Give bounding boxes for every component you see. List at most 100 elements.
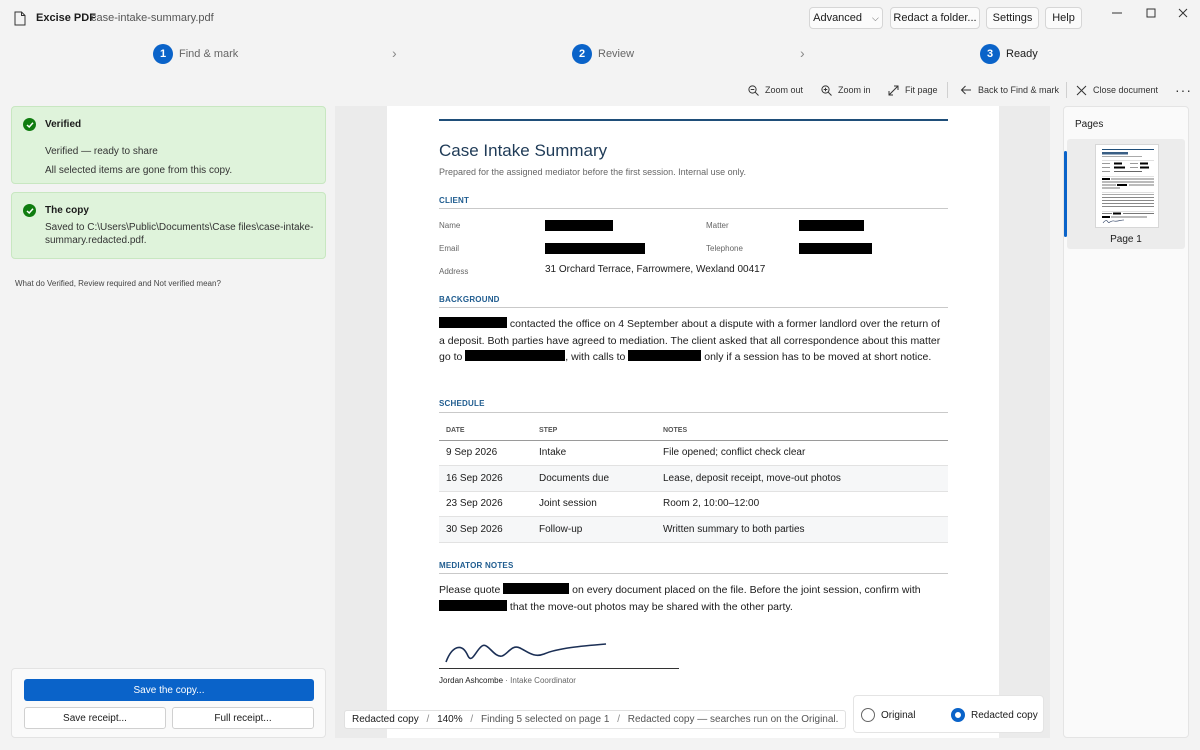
section-rule — [439, 208, 948, 209]
zoom-in-button[interactable]: Zoom in — [821, 80, 871, 100]
close-document-label: Close document — [1093, 85, 1159, 95]
background-text: only if a session has to be moved at sho… — [701, 351, 932, 364]
verification-help-link[interactable]: What do Verified, Review required and No… — [15, 279, 221, 288]
copy-path: Saved to C:\Users\Public\Documents\Case … — [45, 222, 314, 233]
signer-name: Jordan Ashcombe · Intake Coordinator — [439, 676, 576, 685]
table-header-row: DATE STEP NOTES — [439, 422, 948, 441]
app-name: Excise PDF — [36, 12, 96, 24]
step-find-mark[interactable]: 1 Find & mark — [153, 44, 238, 64]
fit-page-icon — [888, 85, 899, 95]
radio-circle-selected — [951, 708, 965, 722]
pages-panel: Pages Page 1 — [1063, 106, 1189, 738]
more-options-icon[interactable]: ··· — [1175, 80, 1192, 100]
notes-paragraph: Please quote on every document placed on… — [439, 582, 948, 615]
maximize-icon[interactable] — [1136, 5, 1166, 21]
document-icon — [14, 11, 26, 26]
status-separator: / — [470, 713, 474, 725]
help-button[interactable]: Help — [1045, 7, 1082, 29]
fit-page-button[interactable]: Fit page — [888, 80, 938, 100]
section-schedule: SCHEDULE — [439, 399, 485, 408]
redaction-box — [799, 243, 872, 254]
copy-path-cont: summary.redacted.pdf. — [45, 235, 147, 246]
close-window-icon[interactable] — [1168, 5, 1198, 21]
radio-original-label: Original — [881, 709, 916, 721]
settings-button[interactable]: Settings — [986, 7, 1039, 29]
notes-text: Please quote — [439, 584, 504, 596]
status-separator: / — [426, 713, 430, 725]
cell-notes: Written summary to both parties — [663, 516, 948, 543]
header-rule — [439, 119, 948, 121]
notes-text: that the move-out photos may be shared w… — [507, 600, 793, 613]
advanced-button[interactable]: Advanced ⌵ — [809, 7, 883, 29]
back-to-find-button[interactable]: Back to Find & mark — [960, 80, 1059, 100]
verified-status: Verified — ready to share — [45, 146, 158, 157]
advanced-label: Advanced — [813, 12, 863, 24]
zoom-out-button[interactable]: Zoom out — [748, 80, 803, 100]
address-value: 31 Orchard Terrace, Farrowmere, Wexland … — [545, 264, 766, 275]
signature-image — [445, 643, 607, 663]
status-finding: Finding 5 selected on page 1 — [480, 713, 610, 725]
field-label-matter: Matter — [706, 221, 729, 230]
save-copy-button[interactable]: Save the copy... — [24, 679, 314, 701]
notes-text: on every document placed on the file. Be… — [569, 584, 921, 596]
toolbar-divider — [1066, 82, 1067, 98]
document-viewer[interactable]: Case Intake Summary Prepared for the ass… — [335, 106, 1050, 738]
schedule-table: DATE STEP NOTES 9 Sep 2026 Intake File o… — [439, 422, 948, 543]
pages-title: Pages — [1075, 119, 1104, 130]
chevron-down-icon: ⌵ — [872, 12, 879, 23]
save-actions: Save the copy... Save receipt... Full re… — [11, 668, 326, 738]
section-background: BACKGROUND — [439, 295, 500, 304]
cell-step: Intake — [539, 440, 663, 466]
minimize-icon[interactable] — [1102, 5, 1132, 21]
stepper: 1 Find & mark › 2 Review › 3 Ready — [0, 40, 1200, 68]
table-row: 16 Sep 2026 Documents due Lease, deposit… — [439, 465, 948, 492]
page-thumbnail-item[interactable]: Page 1 — [1064, 139, 1185, 249]
doc-subtitle: Prepared for the assigned mediator befor… — [439, 167, 747, 177]
cell-step: Documents due — [539, 465, 663, 492]
doc-title: Case Intake Summary — [439, 141, 608, 160]
copy-title: The copy — [45, 205, 89, 216]
signer-name-text: Jordan Ashcombe — [439, 676, 504, 685]
cell-notes: File opened; conflict check clear — [663, 440, 948, 466]
section-rule — [439, 573, 948, 574]
cell-date: 23 Sep 2026 — [439, 491, 539, 517]
section-client: CLIENT — [439, 196, 470, 205]
cell-notes: Lease, deposit receipt, move-out photos — [663, 465, 948, 492]
step-label: Find & mark — [179, 48, 239, 60]
close-icon — [1076, 85, 1087, 95]
field-label-address: Address — [439, 267, 469, 276]
section-rule — [439, 307, 948, 308]
page-preview-image — [1102, 149, 1154, 224]
redaction-box — [545, 220, 613, 231]
zoom-in-icon — [821, 84, 832, 96]
radio-original[interactable]: Original — [861, 708, 915, 722]
cell-notes: Room 2, 10:00–12:00 — [663, 491, 948, 517]
step-ready[interactable]: 3 Ready — [980, 44, 1038, 64]
signer-role: · Intake Coordinator — [503, 676, 576, 685]
col-step: STEP — [539, 422, 663, 441]
radio-redacted-copy[interactable]: Redacted copy — [951, 708, 1038, 722]
cell-date: 9 Sep 2026 — [439, 440, 539, 466]
redaction-box — [545, 243, 645, 254]
step-review[interactable]: 2 Review — [572, 44, 634, 64]
file-name: case-intake-summary.pdf — [91, 12, 214, 24]
selected-indicator — [1064, 151, 1067, 237]
step-label: Review — [598, 48, 635, 60]
view-toggle: Original Redacted copy — [853, 695, 1044, 733]
redaction-box — [439, 317, 507, 328]
redact-folder-button[interactable]: Redact a folder... — [890, 7, 980, 29]
redaction-box — [465, 350, 566, 362]
field-label-email: Email — [439, 244, 460, 253]
step-number: 3 — [980, 44, 1000, 64]
col-notes: NOTES — [663, 422, 948, 441]
save-receipt-button[interactable]: Save receipt... — [24, 707, 166, 729]
status-bar: Redacted copy / 140% / Finding 5 selecte… — [344, 708, 847, 730]
cell-date: 30 Sep 2026 — [439, 516, 539, 543]
cell-date: 16 Sep 2026 — [439, 465, 539, 492]
full-receipt-button[interactable]: Full receipt... — [172, 707, 314, 729]
status-view: Redacted copy / 140% / Finding 5 selecte… — [344, 709, 847, 729]
close-document-button[interactable]: Close document — [1076, 80, 1158, 100]
table-row: 23 Sep 2026 Joint session Room 2, 10:00–… — [439, 491, 948, 517]
check-circle-icon — [23, 118, 36, 131]
verified-detail: All selected items are gone from this co… — [45, 165, 233, 176]
